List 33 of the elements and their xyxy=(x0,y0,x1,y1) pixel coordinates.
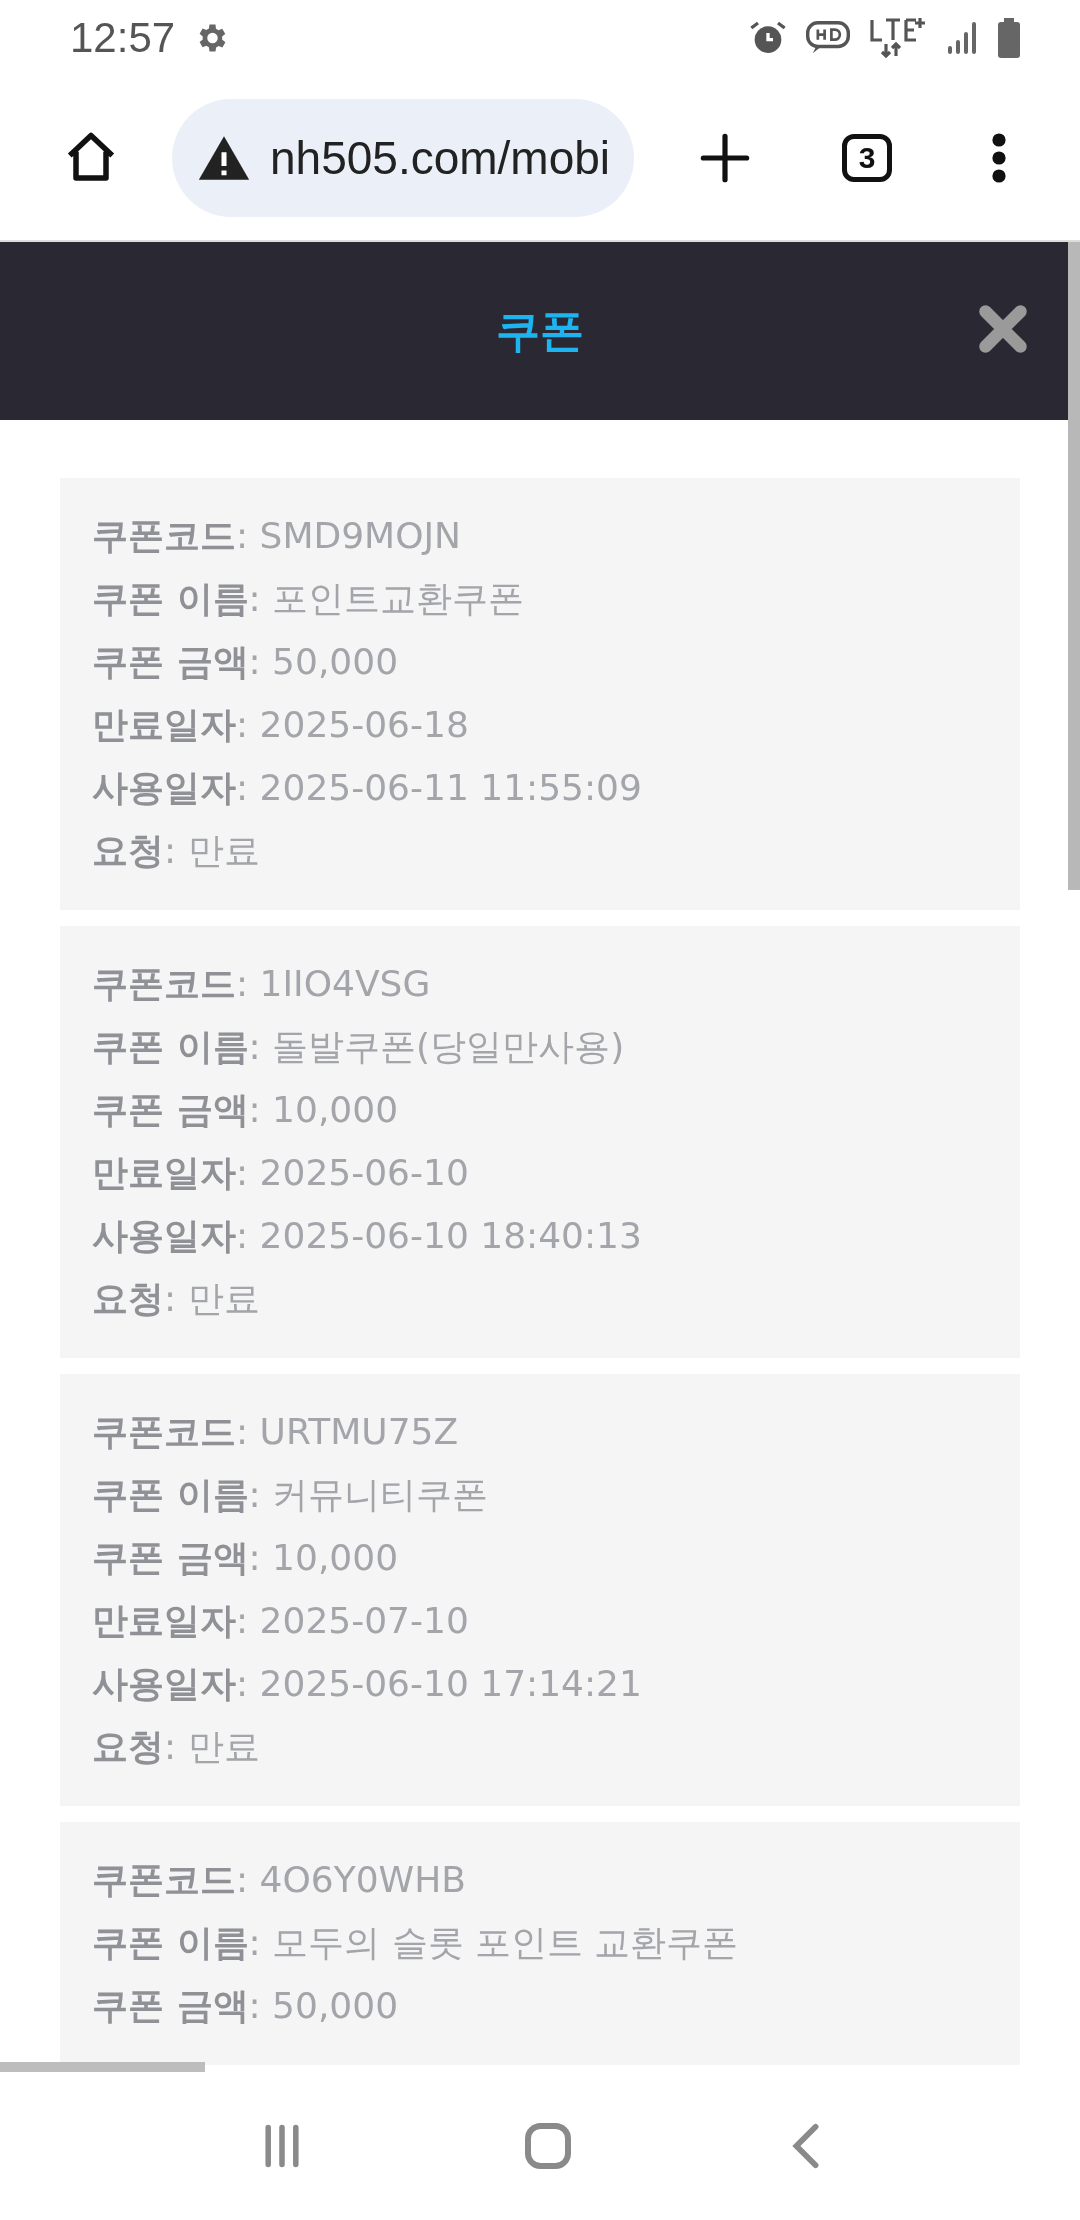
coupon-detail: 쿠폰코드: URTMU75Z xyxy=(92,1410,460,1454)
coupon-detail: 쿠폰 이름: 돌발쿠폰(당일만사용) xyxy=(92,1025,626,1069)
coupon-detail: 쿠폰코드: SMD9MOJN xyxy=(92,514,463,558)
coupon-detail: 요청: 만료 xyxy=(92,1277,261,1321)
address-bar[interactable]: nh505.com/mobi xyxy=(171,98,635,217)
coupon-detail: 쿠폰 이름: 커뮤니티쿠폰 xyxy=(92,1473,490,1517)
coupon-detail: 쿠폰 이름: 모두의 슬롯 포인트 교환쿠폰 xyxy=(92,1921,740,1965)
coupon-detail: 요청: 만료 xyxy=(92,829,261,873)
close-icon xyxy=(978,304,1028,354)
coupon-detail: 쿠폰코드: 1IIO4VSG xyxy=(92,962,432,1006)
coupon-detail: 사용일자: 2025-06-10 18:40:13 xyxy=(92,1214,643,1258)
coupon-detail: 요청: 만료 xyxy=(92,1725,261,1769)
coupon-detail: 쿠폰 이름: 포인트교환쿠폰 xyxy=(92,577,526,621)
tab-count-button[interactable]: 3 xyxy=(842,133,892,182)
plus-icon xyxy=(699,131,752,184)
coupon-detail: 쿠폰 금액: 50,000 xyxy=(92,640,400,684)
close-button[interactable] xyxy=(978,304,1028,354)
coupon-detail: 쿠폰 금액: 50,000 xyxy=(92,1984,400,2028)
lte-icon xyxy=(868,15,928,60)
coupon-detail: 사용일자: 2025-06-11 11:55:09 xyxy=(92,766,643,810)
clock: 12:57 xyxy=(70,13,176,62)
home-icon[interactable] xyxy=(523,2121,573,2171)
back-icon[interactable] xyxy=(791,2122,821,2170)
coupon-detail: 쿠폰 금액: 10,000 xyxy=(92,1088,400,1132)
modal-title: 쿠폰 xyxy=(496,303,584,358)
coupon-detail: 쿠폰 금액: 10,000 xyxy=(92,1536,400,1580)
coupon-detail: 만료일자: 2025-06-10 xyxy=(92,1151,470,1195)
menu-icon xyxy=(991,131,1007,184)
coupon-detail: 만료일자: 2025-07-10 xyxy=(92,1599,470,1643)
coupon-detail: 만료일자: 2025-06-18 xyxy=(92,703,470,747)
battery-icon xyxy=(998,17,1020,58)
coupon-detail: 사용일자: 2025-06-10 17:14:21 xyxy=(92,1662,643,1706)
coupon-detail: 쿠폰코드: 4O6Y0WHB xyxy=(92,1858,467,1902)
